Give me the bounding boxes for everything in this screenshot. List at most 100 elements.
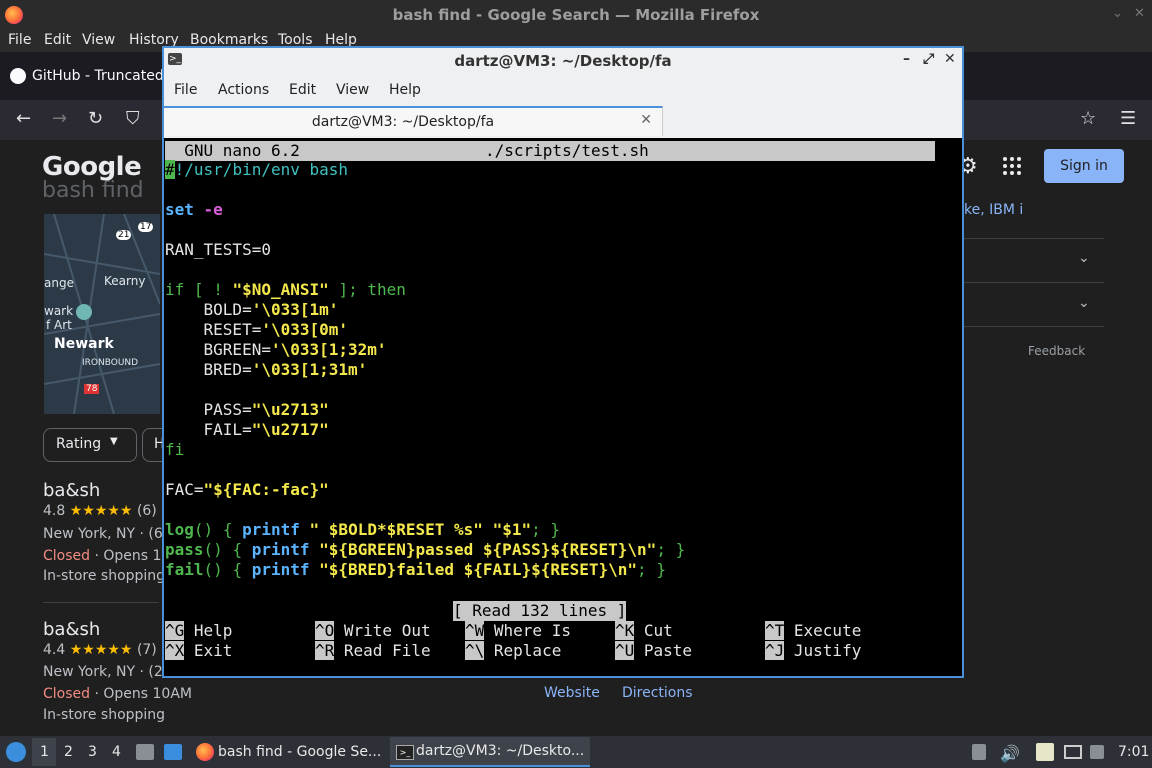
shortcut-label: Replace	[484, 641, 562, 660]
google-apps-icon[interactable]	[1002, 156, 1022, 176]
chevron-down-icon[interactable]: ⌄	[1078, 295, 1090, 311]
menu-edit[interactable]: Edit	[44, 32, 71, 48]
network-icon[interactable]	[1064, 745, 1082, 759]
shortcut-label: Write Out	[334, 621, 431, 640]
google-logo[interactable]: Google	[42, 152, 142, 182]
terminal-menu-edit[interactable]: Edit	[289, 82, 316, 98]
firefox-icon	[5, 6, 23, 24]
shortcut-where-is[interactable]: ^W Where Is	[465, 621, 571, 641]
result-extra: In-store shopping	[43, 568, 166, 584]
shortcut-key: ^\	[465, 641, 485, 660]
minimize-icon[interactable]: ⌄	[1112, 6, 1123, 21]
shield-icon[interactable]: ⛉	[126, 108, 140, 129]
menu-file[interactable]: File	[8, 32, 31, 48]
shortcut-key: ^U	[615, 641, 635, 660]
clock[interactable]: 7:01	[1118, 744, 1149, 760]
opens-time: · Opens 10AM	[90, 686, 192, 702]
code-line: if [ ! "$NO_ANSI" ]; then	[165, 280, 406, 299]
shortcut-execute[interactable]: ^T Execute	[765, 621, 861, 641]
shortcut-replace[interactable]: ^\ Replace	[465, 641, 561, 661]
shortcut-exit[interactable]: ^X Exit	[165, 641, 232, 661]
panel-divider	[964, 238, 1104, 239]
notes-icon[interactable]	[1036, 743, 1054, 761]
result-name[interactable]: ba&sh	[43, 619, 100, 640]
shortcut-label: Execute	[784, 621, 862, 640]
map-label-ironbound: IRONBOUND	[82, 358, 139, 368]
bookmark-star-icon[interactable]: ☆	[1080, 108, 1096, 129]
terminal-menubar: File Actions Edit View Help	[164, 74, 962, 106]
terminal-menu-actions[interactable]: Actions	[218, 82, 269, 98]
terminal-tab[interactable]: dartz@VM3: ~/Desktop/fa ✕	[164, 106, 663, 136]
start-menu-icon[interactable]	[6, 742, 26, 762]
nano-editor[interactable]: GNU nano 6.2 ./scripts/test.sh #!/usr/bi…	[165, 140, 935, 668]
result-location: New York, NY · (64	[43, 526, 172, 542]
terminal-title: dartz@VM3: ~/Desktop/fa	[454, 52, 672, 70]
terminal-menu-help[interactable]: Help	[389, 82, 421, 98]
shortcut-read-file[interactable]: ^R Read File	[315, 641, 431, 661]
terminal-titlebar[interactable]: dartz@VM3: ~/Desktop/fa	[164, 48, 962, 74]
taskbar-firefox-task[interactable]: bash find - Google Se...	[192, 737, 384, 767]
sign-in-button[interactable]: Sign in	[1044, 149, 1124, 183]
workspace-4[interactable]: 4	[112, 744, 121, 760]
close-tab-icon[interactable]: ✕	[640, 112, 652, 128]
update-icon[interactable]	[1090, 745, 1104, 759]
maximize-icon[interactable]: ⤢	[923, 51, 934, 67]
close-icon[interactable]: ✕	[944, 51, 956, 67]
terminal-icon: >_	[168, 53, 182, 65]
clipboard-icon[interactable]	[972, 744, 986, 760]
opens-time: · Opens 11	[90, 548, 171, 564]
reload-icon[interactable]: ↻	[88, 108, 103, 129]
shortcut-help[interactable]: ^G Help	[165, 621, 232, 641]
close-icon[interactable]: ✕	[1134, 6, 1145, 21]
map-label-art: f Art	[46, 318, 72, 332]
terminal-menu-file[interactable]: File	[174, 82, 197, 98]
rating-stars: ★★★★★	[69, 642, 133, 658]
rating-filter-chip[interactable]: Rating ▼	[43, 428, 137, 462]
back-icon[interactable]: ←	[16, 108, 31, 129]
result-name[interactable]: ba&sh	[43, 480, 100, 501]
nano-status: [ Read 132 lines ]	[453, 601, 627, 621]
rating-stars: ★★★★★	[69, 503, 133, 519]
file-manager-icon[interactable]	[136, 744, 154, 760]
minimize-icon[interactable]: –	[903, 51, 910, 67]
map-label-newark: Newark	[54, 336, 114, 352]
dropdown-arrow-icon: ▼	[110, 436, 118, 447]
shortcut-justify[interactable]: ^J Justify	[765, 641, 861, 661]
chevron-down-icon[interactable]: ⌄	[1078, 250, 1090, 266]
hamburger-menu-icon[interactable]: ☰	[1120, 108, 1136, 129]
result-divider	[43, 602, 159, 603]
workspace-1[interactable]: 1	[40, 744, 49, 760]
feedback-link[interactable]: Feedback	[1028, 344, 1085, 358]
desktop-icon[interactable]	[164, 744, 182, 760]
result-rating: 4.8 ★★★★★ (6)	[43, 503, 157, 519]
related-search-link[interactable]: ke, IBM i	[964, 202, 1023, 218]
shortcut-write-out[interactable]: ^O Write Out	[315, 621, 431, 641]
workspace-2[interactable]: 2	[64, 744, 73, 760]
code-line: BRED='\033[1;31m'	[165, 360, 368, 379]
volume-icon[interactable]: 🔊	[1000, 744, 1020, 763]
result-extra: In-store shopping	[43, 707, 166, 723]
map-route-21: 21	[116, 230, 132, 240]
menu-view[interactable]: View	[82, 32, 115, 48]
code-line: BGREEN='\033[1;32m'	[165, 340, 387, 359]
code-line: RAN_TESTS=0	[165, 240, 271, 259]
workspace-3[interactable]: 3	[88, 744, 97, 760]
code-line: fi	[165, 440, 185, 459]
shortcut-key: ^T	[765, 621, 785, 640]
taskbar-terminal-task[interactable]: >_ dartz@VM3: ~/Deskto...	[390, 737, 590, 767]
shortcut-cut[interactable]: ^K Cut	[615, 621, 673, 641]
forward-icon[interactable]: →	[52, 108, 67, 129]
firefox-titlebar: bash find - Google Search — Mozilla Fire…	[0, 0, 1152, 30]
directions-link[interactable]: Directions	[622, 685, 693, 701]
terminal-menu-view[interactable]: View	[336, 82, 369, 98]
code-line: FAIL="\u2717"	[165, 420, 329, 439]
code-line: FAC="${FAC:-fac}"	[165, 480, 329, 499]
map-thumbnail[interactable]: Kearny ange wark f Art Newark IRONBOUND …	[44, 214, 160, 414]
taskbar-terminal-label: dartz@VM3: ~/Deskto...	[416, 743, 585, 759]
tab-github[interactable]: GitHub - Truncated	[0, 58, 170, 96]
code-line: BOLD='\033[1m'	[165, 300, 339, 319]
website-link[interactable]: Website	[544, 685, 600, 701]
code-line: fail() { printf "${BRED}failed ${FAIL}${…	[165, 560, 666, 579]
shortcut-paste[interactable]: ^U Paste	[615, 641, 692, 661]
closed-status: Closed	[43, 548, 91, 564]
